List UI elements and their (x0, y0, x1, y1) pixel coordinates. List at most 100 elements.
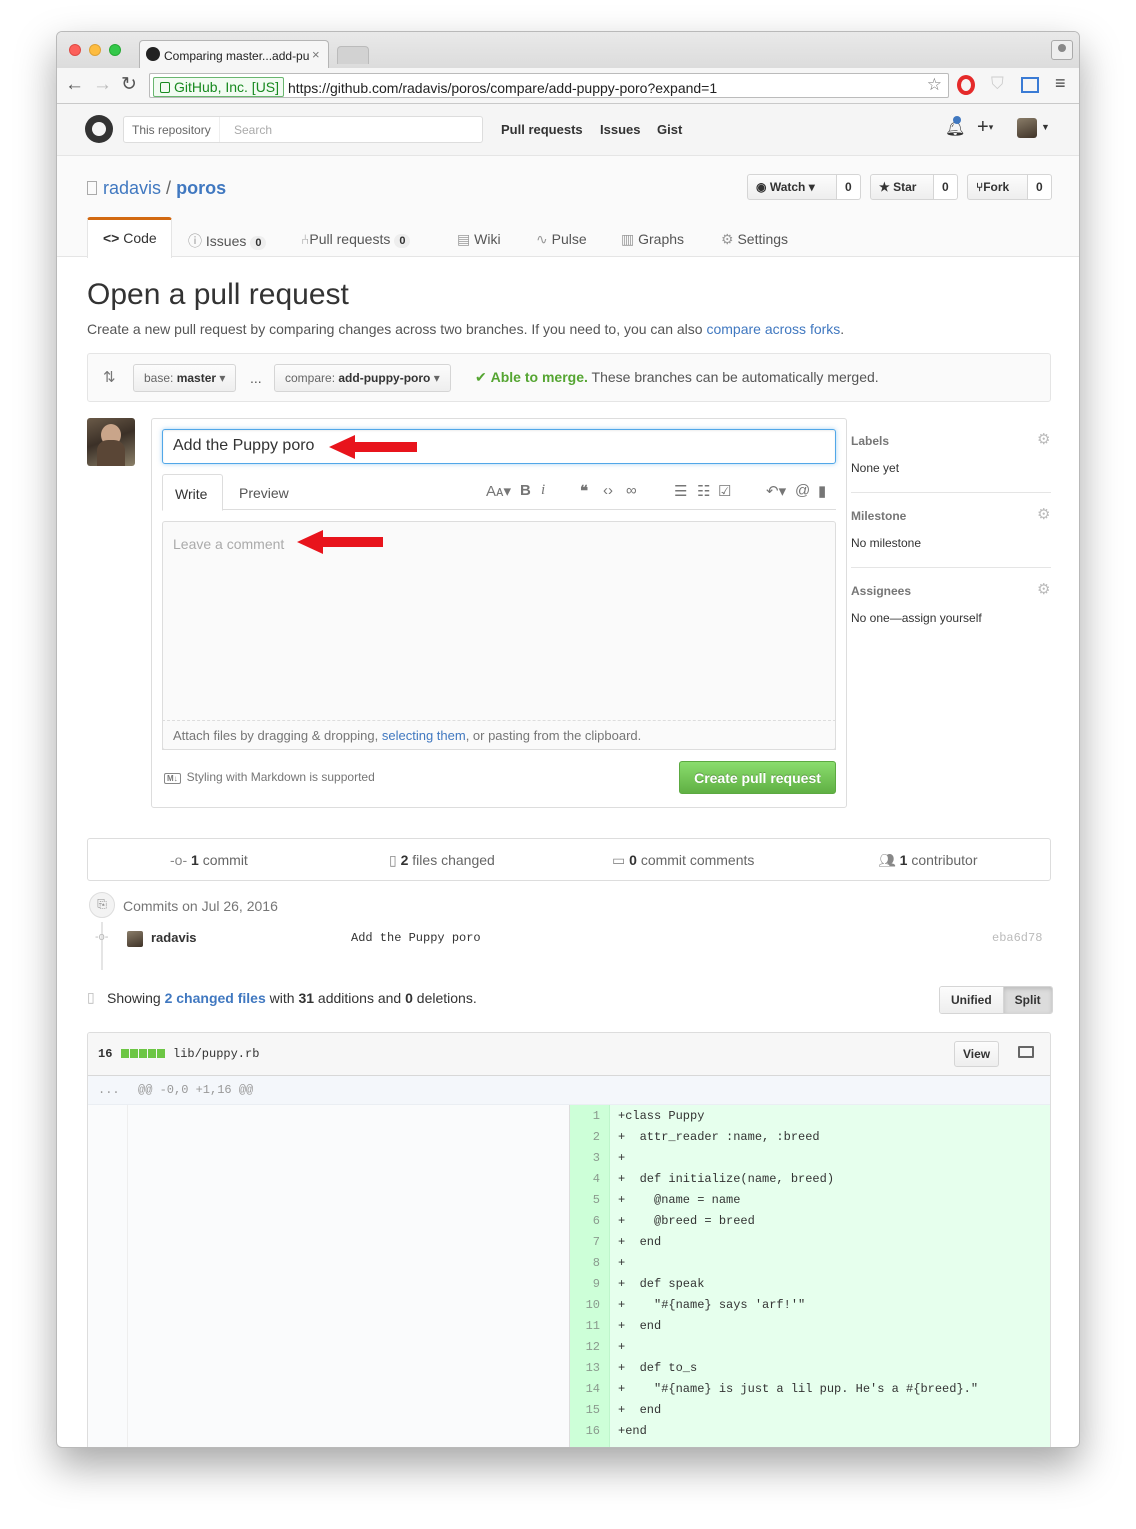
chevron-down-icon[interactable]: ▼ (1041, 122, 1050, 132)
compare-forks-link[interactable]: compare across forks (706, 321, 840, 337)
line-number[interactable]: 12 (570, 1337, 600, 1358)
line-number[interactable]: 3 (570, 1148, 600, 1169)
commit-comments-link[interactable]: ▭ 0 commit comments (612, 852, 754, 869)
file-path[interactable]: lib/puppy.rb (173, 1047, 259, 1061)
line-number[interactable]: 2 (570, 1127, 600, 1148)
commit-author-avatar[interactable] (127, 931, 143, 947)
files-changed-link[interactable]: ▯ 2 files changed (389, 852, 495, 869)
line-number[interactable]: 4 (570, 1169, 600, 1190)
line-number[interactable]: 6 (570, 1211, 600, 1232)
bookmark-star-icon[interactable]: ☆ (927, 75, 942, 95)
create-new-icon[interactable]: +▾ (977, 116, 993, 139)
code-icon[interactable]: ‹› (603, 482, 613, 499)
tab-preview[interactable]: Preview (239, 485, 289, 501)
display-rich-diff-icon[interactable] (1018, 1046, 1034, 1058)
labels-heading[interactable]: Labels (851, 434, 889, 448)
saved-reply-icon[interactable]: ▮ (818, 482, 826, 500)
search-input[interactable]: Search (234, 123, 272, 137)
base-branch-select[interactable]: base: master ▾ (133, 364, 237, 392)
link-icon[interactable]: ∞ (626, 482, 637, 499)
nav-issues[interactable]: Issues (600, 122, 640, 137)
close-tab-icon[interactable]: × (312, 47, 320, 62)
line-number[interactable]: 7 (570, 1232, 600, 1253)
profile-icon[interactable] (1051, 40, 1073, 60)
text-size-icon[interactable]: Aᴀ▾ (486, 482, 511, 500)
tab-graphs[interactable]: ▥ Graphs (621, 231, 684, 248)
close-window-button[interactable] (69, 44, 81, 56)
commit-author[interactable]: radavis (151, 930, 197, 945)
quote-icon[interactable]: ❝ (580, 482, 588, 500)
menu-icon[interactable]: ≡ (1055, 73, 1066, 94)
tab-pull-requests[interactable]: ⑃Pull requests 0 (301, 231, 411, 248)
line-number[interactable]: 5 (570, 1190, 600, 1211)
line-number[interactable]: 1 (570, 1106, 600, 1127)
labels-gear-icon[interactable]: ⚙ (1037, 430, 1050, 448)
markdown-note[interactable]: M↓ Styling with Markdown is supported (164, 770, 375, 784)
extension-shield-icon[interactable]: ⛉ (991, 74, 1004, 94)
assignees-heading[interactable]: Assignees (851, 584, 911, 598)
minimize-window-button[interactable] (89, 44, 101, 56)
watch-count[interactable]: 0 (837, 174, 861, 200)
cast-icon[interactable] (1021, 77, 1039, 93)
milestone-heading[interactable]: Milestone (851, 509, 906, 523)
numbered-list-icon[interactable]: ☷ (697, 482, 710, 500)
github-logo-icon[interactable] (85, 115, 113, 143)
select-files-link[interactable]: selecting them (382, 728, 466, 743)
search-box[interactable]: This repository Search (123, 116, 483, 143)
create-pull-request-button[interactable]: Create pull request (679, 761, 836, 794)
mention-icon[interactable]: @ (795, 482, 810, 499)
tab-write[interactable]: Write (162, 474, 223, 511)
line-number[interactable]: 13 (570, 1358, 600, 1379)
reply-icon[interactable]: ↶▾ (766, 482, 786, 500)
nav-gist[interactable]: Gist (657, 122, 682, 137)
star-button[interactable]: ★ Star (870, 174, 934, 200)
line-number[interactable]: 15 (570, 1400, 600, 1421)
task-list-icon[interactable]: ☑ (718, 482, 731, 500)
tab-settings[interactable]: ⚙ Settings (721, 231, 788, 248)
commits-count-link[interactable]: -o- 1 commit (170, 852, 248, 868)
repo-owner-link[interactable]: radavis (103, 178, 161, 198)
tab-issues[interactable]: ⓘ Issues 0 (188, 231, 267, 251)
compare-branch-select[interactable]: compare: add-puppy-poro ▾ (274, 364, 451, 392)
reload-icon[interactable]: ↻ (121, 73, 137, 96)
tab-code[interactable]: <> Code (87, 217, 172, 258)
forward-icon[interactable]: → (93, 74, 112, 96)
changed-files-link[interactable]: 2 changed files (165, 990, 266, 1006)
view-file-button[interactable]: View (954, 1041, 1000, 1067)
star-count[interactable]: 0 (934, 174, 958, 200)
repo-name-link[interactable]: poros (176, 178, 226, 198)
assignees-value[interactable]: No one—assign yourself (851, 611, 982, 625)
italic-icon[interactable]: i (541, 482, 545, 499)
comment-textarea[interactable]: Leave a comment (162, 521, 836, 750)
split-button[interactable]: Split (1002, 987, 1052, 1013)
zoom-window-button[interactable] (109, 44, 121, 56)
address-bar[interactable]: GitHub, Inc. [US] https://github.com/rad… (149, 73, 949, 98)
watch-button[interactable]: ◉ Watch ▾ (747, 174, 837, 200)
user-avatar[interactable] (1017, 118, 1037, 138)
back-icon[interactable]: ← (65, 74, 84, 96)
line-number[interactable]: 11 (570, 1316, 600, 1337)
title-input[interactable]: Add the Puppy poro (162, 429, 836, 464)
line-number[interactable]: 14 (570, 1379, 600, 1400)
bold-icon[interactable]: B (520, 482, 531, 499)
line-number[interactable]: 16 (570, 1421, 600, 1442)
commit-sha[interactable]: eba6d78 (992, 931, 1042, 945)
new-tab-button[interactable] (337, 46, 369, 64)
expand-hunk-icon[interactable]: ... (98, 1083, 120, 1097)
line-number[interactable]: 9 (570, 1274, 600, 1295)
commit-message[interactable]: Add the Puppy poro (351, 931, 481, 945)
browser-tab[interactable]: Comparing master...add-pu × (139, 40, 329, 68)
assignees-gear-icon[interactable]: ⚙ (1037, 580, 1050, 598)
tab-pulse[interactable]: ∿ Pulse (536, 231, 587, 248)
unified-button[interactable]: Unified (940, 987, 1003, 1013)
fork-button[interactable]: ⑂Fork (967, 174, 1028, 200)
opera-icon[interactable] (957, 75, 975, 95)
fork-count[interactable]: 0 (1028, 174, 1052, 200)
line-number[interactable]: 10 (570, 1295, 600, 1316)
contributors-link[interactable]: 👥︎ 1 contributor (878, 852, 978, 869)
tab-wiki[interactable]: ▤ Wiki (457, 231, 501, 248)
milestone-gear-icon[interactable]: ⚙ (1037, 505, 1050, 523)
attach-files-area[interactable]: Attach files by dragging & dropping, sel… (162, 720, 836, 750)
bulleted-list-icon[interactable]: ☰ (674, 482, 687, 500)
line-number[interactable]: 8 (570, 1253, 600, 1274)
